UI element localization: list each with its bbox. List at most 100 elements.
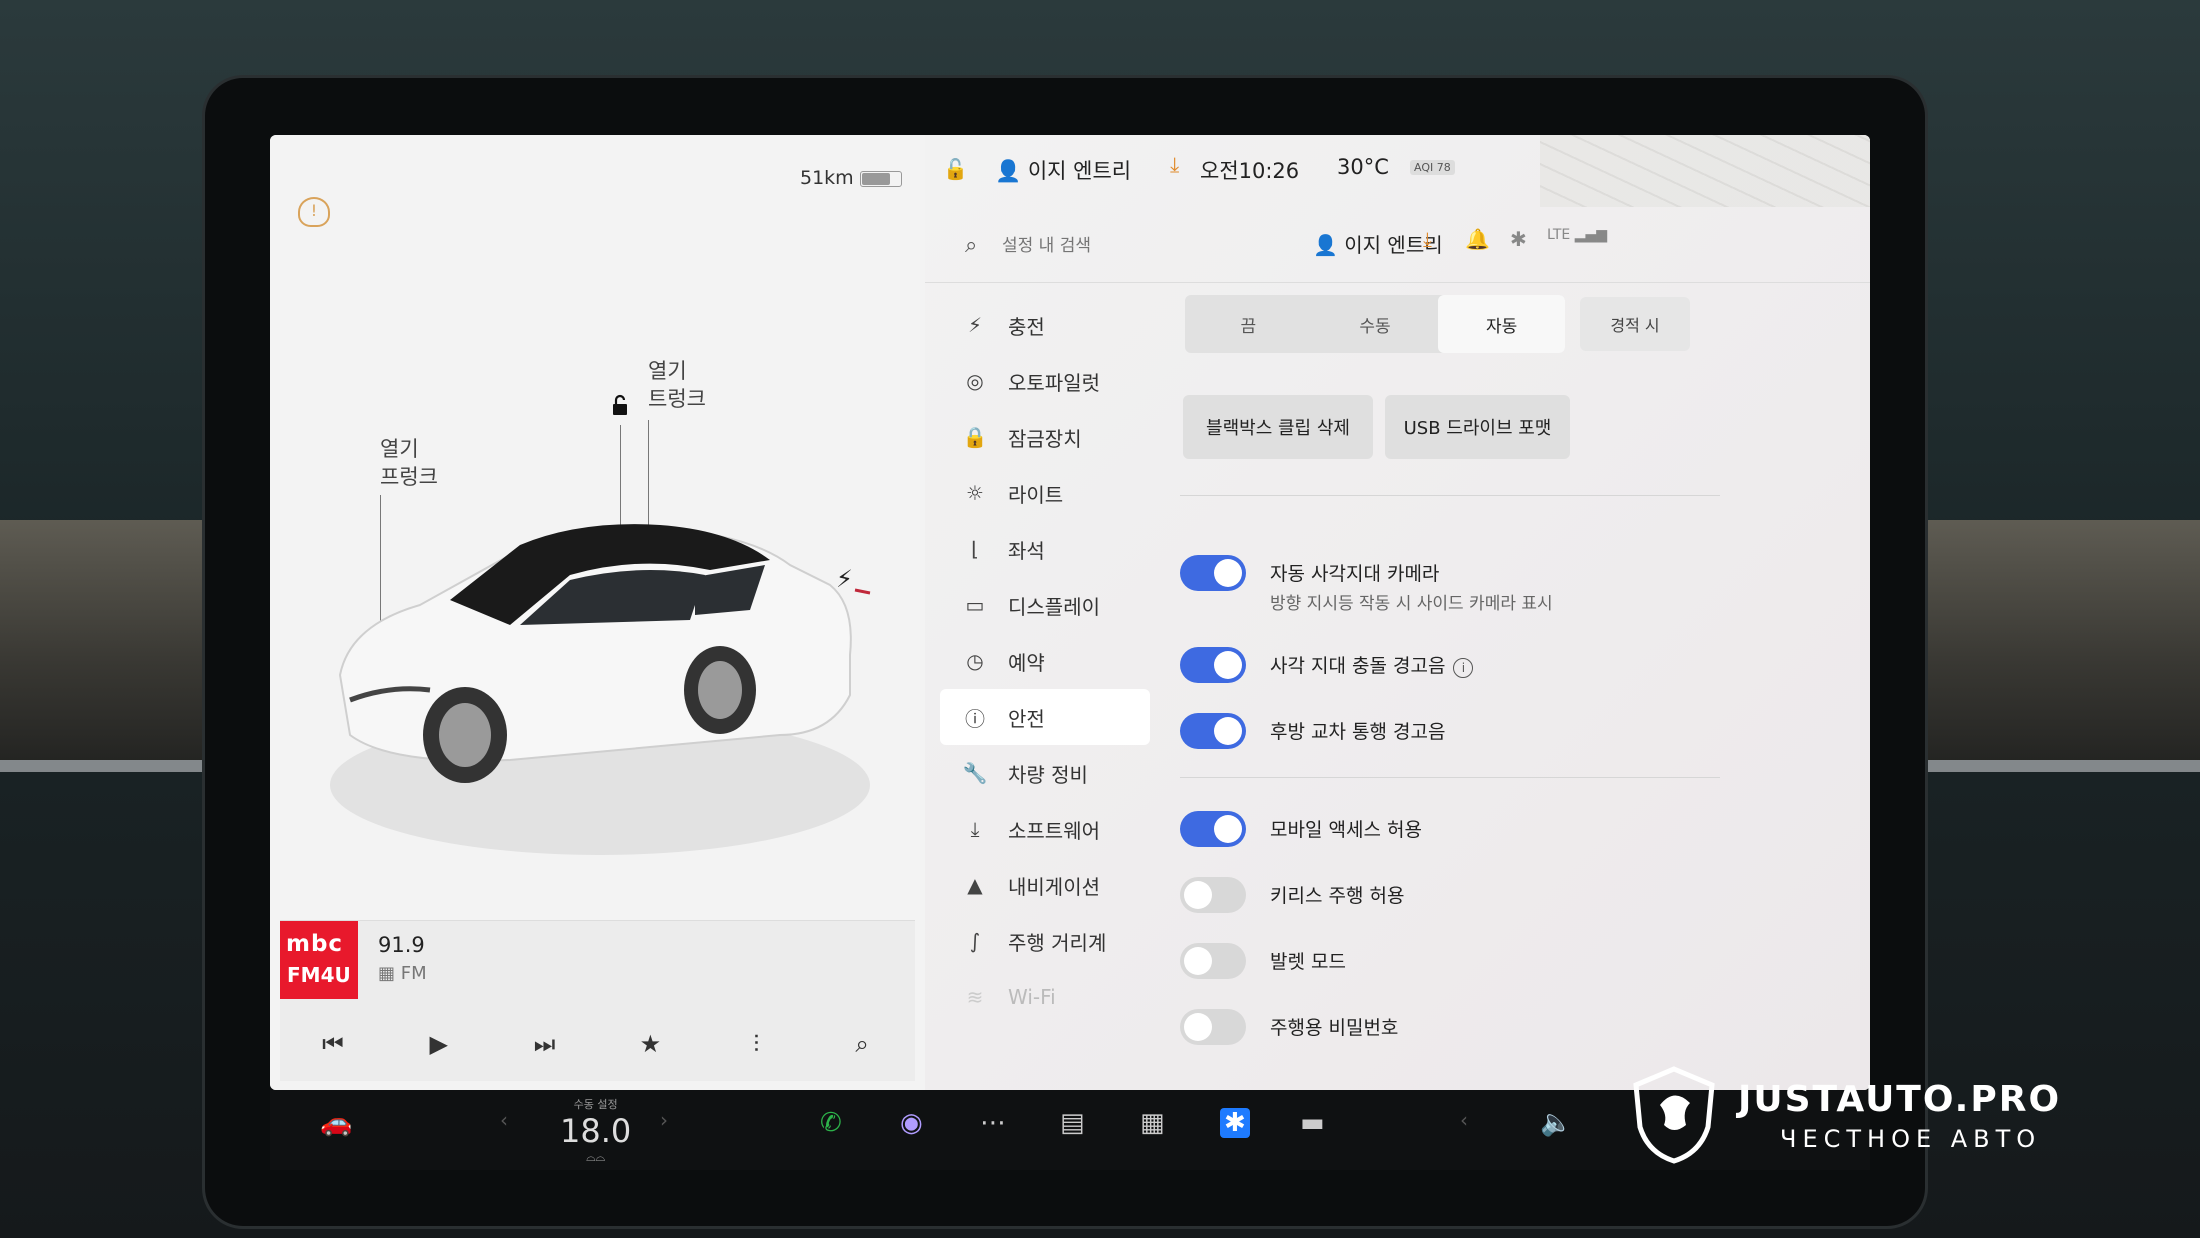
- toggle-label-wrap: 사각 지대 충돌 경고음 i: [1270, 651, 1474, 678]
- unlock-icon[interactable]: [608, 393, 632, 417]
- status-profile-name: 이지 엔트리: [1027, 159, 1132, 183]
- info-icon[interactable]: i: [1453, 658, 1474, 678]
- tire-pressure-warning-icon[interactable]: !: [298, 197, 330, 227]
- nav-item-label: 오토파일럿: [1008, 370, 1100, 395]
- frunk-open-button[interactable]: 열기 프렁크: [380, 435, 438, 491]
- mobile-access-toggle[interactable]: [1180, 811, 1246, 847]
- air-quality-badge: AQI 78: [1410, 160, 1455, 175]
- valet-mode-toggle[interactable]: [1180, 943, 1246, 979]
- nav-item-schedule[interactable]: ◷ 예약: [940, 633, 1150, 689]
- download-icon[interactable]: ⤓: [1170, 153, 1179, 178]
- phone-icon[interactable]: ✆: [820, 1108, 842, 1138]
- pin-to-drive-toggle[interactable]: [1180, 1009, 1246, 1045]
- range-text: 51km: [800, 167, 854, 189]
- notes-icon[interactable]: ▦: [1140, 1108, 1165, 1138]
- dashcam-app-icon[interactable]: ▬: [1300, 1108, 1325, 1138]
- media-search-icon[interactable]: ⌕: [842, 1030, 882, 1058]
- nav-item-charging[interactable]: ⚡ 충전: [940, 297, 1150, 353]
- wifi-icon: ≋: [966, 985, 984, 1009]
- toggle-label: 주행용 비밀번호: [1270, 1017, 1399, 1039]
- dashcam-option-honk[interactable]: 경적 시: [1580, 297, 1690, 351]
- keyless-driving-toggle[interactable]: [1180, 877, 1246, 913]
- toggle-description: 방향 지시등 작동 시 사이드 카메라 표시: [1270, 594, 1553, 614]
- camera-icon[interactable]: ◉: [900, 1108, 923, 1138]
- display-icon: ▭: [965, 593, 985, 617]
- play-icon[interactable]: ▶: [419, 1030, 459, 1058]
- nav-item-trips[interactable]: ∫ 주행 거리계: [940, 913, 1150, 969]
- settings-header: ⌕ 👤 이지 엔트리 ⤓ 🔔 ✱ LTE ▂▄▆: [925, 207, 1870, 283]
- temperature-value: 18.0: [560, 1112, 632, 1150]
- next-track-icon[interactable]: ⏭: [525, 1030, 565, 1058]
- temp-decrease-chevron-icon[interactable]: ‹: [500, 1108, 508, 1132]
- equalizer-icon[interactable]: ⫶: [736, 1030, 776, 1058]
- blindspot-camera-toggle[interactable]: [1180, 555, 1246, 591]
- nav-item-display[interactable]: ▭ 디스플레이: [940, 577, 1150, 633]
- lock-icon: 🔒: [962, 425, 988, 449]
- nav-item-label: 디스플레이: [1008, 594, 1100, 619]
- nav-item-software[interactable]: ⤓ 소프트웨어: [940, 801, 1150, 857]
- frunk-label-action: 열기: [380, 437, 419, 461]
- trunk-label-name: 트렁크: [648, 387, 706, 411]
- nav-item-seats[interactable]: ⌊ 좌석: [940, 521, 1150, 577]
- media-player: mbc FM4U 91.9 ▦ FM ⏮ ▶ ⏭ ★ ⫶ ⌕: [280, 920, 915, 1081]
- nav-item-label: 라이트: [1008, 482, 1064, 507]
- nav-item-locks[interactable]: 🔒 잠금장치: [940, 409, 1150, 465]
- radio-band-text: FM: [400, 963, 427, 984]
- toggle-label: 발렛 모드: [1270, 951, 1346, 973]
- radio-band: ▦ FM: [378, 963, 427, 984]
- nav-item-service[interactable]: 🔧 차량 정비: [940, 745, 1150, 801]
- cross-traffic-chime-toggle[interactable]: [1180, 713, 1246, 749]
- fan-icon: ⌓⌓: [586, 1150, 606, 1164]
- nav-item-lights[interactable]: ☼ 라이트: [940, 465, 1150, 521]
- notification-bell-icon[interactable]: 🔔: [1465, 227, 1490, 251]
- dashcam-option-auto[interactable]: 자동: [1438, 295, 1566, 353]
- format-usb-button[interactable]: USB 드라이브 포맷: [1385, 395, 1570, 459]
- bluetooth-icon[interactable]: ✱: [1510, 227, 1527, 251]
- lock-status-icon[interactable]: 🔓: [943, 157, 968, 181]
- blindspot-chime-toggle[interactable]: [1180, 647, 1246, 683]
- watermark-brand: JUSTAUTO.PRO: [1738, 1079, 2062, 1120]
- map-thumbnail[interactable]: [1540, 135, 1870, 207]
- previous-track-icon[interactable]: ⏮: [313, 1030, 353, 1058]
- volume-decrease-chevron-icon[interactable]: ‹: [1460, 1108, 1468, 1132]
- temp-increase-chevron-icon[interactable]: ›: [660, 1108, 668, 1132]
- dashcam-option-off[interactable]: 끔: [1185, 295, 1312, 353]
- nav-item-label: 차량 정비: [1008, 762, 1088, 787]
- trunk-open-button[interactable]: 열기 트렁크: [648, 357, 706, 413]
- nav-item-label: Wi-Fi: [1008, 985, 1056, 1009]
- safety-alert-icon: ⓘ: [965, 706, 985, 731]
- dashcam-option-manual[interactable]: 수동: [1312, 295, 1439, 353]
- outside-temperature: 30°C: [1337, 155, 1389, 179]
- car-icon[interactable]: 🚗: [320, 1108, 352, 1138]
- delete-dashcam-clips-button[interactable]: 블랙박스 클립 삭제: [1183, 395, 1373, 459]
- nav-item-safety[interactable]: ⓘ 안전: [940, 689, 1150, 745]
- bluetooth-app-icon[interactable]: ✱: [1220, 1108, 1250, 1138]
- toggle-label: 모바일 액세스 허용: [1270, 819, 1422, 841]
- cabin-temperature[interactable]: 수동 설정 18.0 ⌓⌓: [560, 1096, 631, 1165]
- watermark: JUSTAUTO.PRO ЧЕСТНОЕ АВТО: [1630, 1065, 2090, 1185]
- nav-item-autopilot[interactable]: ◎ 오토파일럿: [940, 353, 1150, 409]
- light-icon: ☼: [966, 481, 984, 505]
- nav-item-label: 내비게이션: [1008, 874, 1100, 899]
- clock-icon: ◷: [966, 649, 984, 673]
- steering-wheel-icon: ◎: [966, 369, 984, 393]
- favorite-star-icon[interactable]: ★: [630, 1030, 670, 1058]
- more-apps-icon[interactable]: ⋯: [980, 1108, 1006, 1138]
- status-profile[interactable]: 👤 이지 엔트리: [995, 155, 1131, 185]
- nav-item-wifi[interactable]: ≋ Wi-Fi: [940, 969, 1150, 1025]
- nav-item-label: 잠금장치: [1008, 426, 1082, 451]
- watermark-tagline: ЧЕСТНОЕ АВТО: [1780, 1125, 2042, 1153]
- volume-icon[interactable]: 🔈: [1540, 1108, 1572, 1138]
- toggle-label: 사각 지대 충돌 경고음: [1270, 655, 1446, 677]
- settings-search-input[interactable]: [1000, 229, 1304, 263]
- nav-item-label: 예약: [1008, 650, 1045, 675]
- trunk-label-action: 열기: [648, 359, 687, 383]
- lte-signal-icon: LTE ▂▄▆: [1547, 227, 1608, 243]
- status-bar: 🔓 👤 이지 엔트리 ⤓ 오전10:26 30°C AQI 78: [925, 135, 1870, 207]
- software-download-icon[interactable]: ⤓: [1423, 227, 1432, 251]
- nav-item-label: 안전: [1008, 706, 1045, 731]
- lightning-icon: ⚡: [967, 313, 983, 337]
- nav-item-navigation[interactable]: ▲ 내비게이션: [940, 857, 1150, 913]
- manual-icon[interactable]: ▤: [1060, 1108, 1085, 1138]
- lte-label: LTE: [1547, 227, 1571, 243]
